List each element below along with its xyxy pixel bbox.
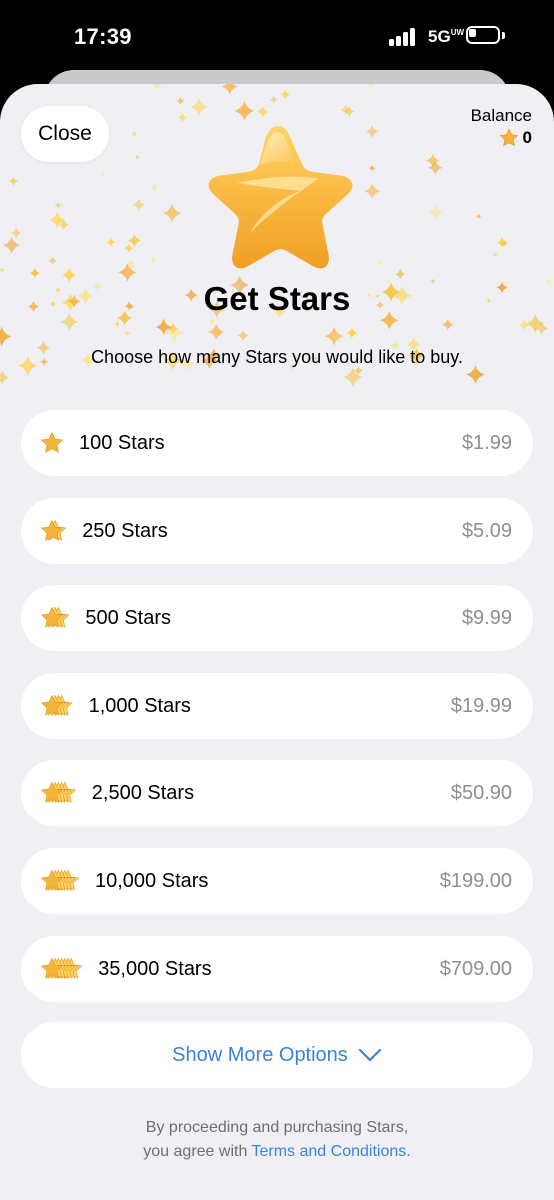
star-option-10000[interactable]: 10,000 Stars $199.00: [21, 847, 533, 914]
sparkle: [518, 319, 530, 331]
sparkle: [0, 267, 5, 273]
sparkle: [127, 234, 142, 248]
sparkle: [131, 130, 138, 138]
sparkle: [2, 236, 21, 254]
star-option-1000[interactable]: 1,000 Stars $19.99: [21, 672, 533, 739]
network-subtype: UW: [450, 28, 465, 37]
sparkle: [378, 260, 383, 265]
option-price: $199.00: [439, 869, 512, 892]
page-title: Get Stars: [203, 280, 351, 317]
footer-line-2: you agree with: [143, 1143, 252, 1160]
sparkle: [190, 98, 209, 117]
sparkle: [150, 256, 157, 263]
option-label: 35,000 Stars: [98, 957, 212, 980]
star-option-250[interactable]: 250 Stars $5.09: [21, 497, 533, 564]
sparkle: [324, 326, 344, 346]
sparkle: [54, 201, 62, 210]
footer-line-1: By proceeding and purchasing Stars,: [145, 1119, 409, 1136]
sparkle: [106, 237, 116, 247]
get-stars-sheet: Close Balance 0 Get Stars Choose how man: [0, 84, 554, 1200]
option-label: 10,000 Stars: [95, 869, 209, 892]
sparkle: [123, 329, 131, 337]
balance-label: Balance: [470, 106, 532, 125]
option-price: $50.90: [450, 782, 512, 805]
sparkle: [442, 318, 454, 331]
option-label: 1,000 Stars: [88, 694, 191, 717]
sparkle: [124, 243, 134, 253]
sparkle: [364, 183, 381, 200]
stars-stack-icon: [40, 431, 64, 453]
option-label: 500 Stars: [85, 607, 171, 630]
close-button[interactable]: Close: [21, 106, 109, 162]
sparkle: [134, 154, 140, 160]
option-label: 2,500 Stars: [91, 782, 195, 805]
stars-stack-icon: [40, 957, 83, 979]
sparkle: [346, 327, 358, 339]
sparkle: [256, 105, 269, 118]
star-option-100[interactable]: 100 Stars $1.99: [21, 410, 533, 476]
battery-level: [469, 29, 476, 37]
star-option-500[interactable]: 500 Stars $9.99: [21, 585, 533, 652]
star-options-list: 100 Stars $1.99 250 Stars $5.09 500 Star…: [21, 410, 533, 1023]
sparkle: [177, 113, 187, 123]
sparkle: [8, 176, 19, 186]
battery-icon: [466, 26, 506, 46]
star-option-2500[interactable]: 2,500 Stars $50.90: [21, 760, 533, 827]
sparkle: [237, 329, 249, 342]
chevron-down-icon: [358, 1048, 381, 1062]
show-more-options-button[interactable]: Show More Options: [21, 1022, 533, 1088]
stars-stack-icon: [40, 519, 67, 541]
balance-value: 0: [522, 128, 532, 147]
sparkle: [368, 164, 376, 172]
option-label: 250 Stars: [82, 519, 168, 542]
sparkle: [29, 268, 40, 279]
status-bar: 17:39 5GUW: [0, 0, 554, 72]
sparkle: [151, 84, 163, 90]
option-label: 100 Stars: [79, 432, 165, 454]
network-type: 5GUW: [428, 27, 465, 46]
star-icon: [499, 128, 518, 147]
option-price: $9.99: [461, 607, 512, 630]
sparkle: [492, 251, 499, 258]
sparkle: [427, 205, 444, 221]
sparkle: [269, 95, 278, 104]
sparkle: [47, 256, 58, 266]
stars-stack-icon: [40, 694, 73, 716]
terms-footer: By proceeding and purchasing Stars, you …: [0, 1116, 554, 1164]
status-time: 17:39: [74, 24, 132, 49]
sparkle: [0, 370, 10, 385]
stars-stack-icon: [40, 606, 70, 628]
sparkle: [176, 96, 185, 106]
sparkle: [365, 124, 379, 138]
sparkle: [114, 320, 121, 328]
sparkle: [10, 227, 22, 239]
stars-stack-icon: [40, 782, 76, 804]
sparkle: [208, 323, 225, 340]
sparkle: [221, 84, 238, 95]
sparkle: [100, 172, 106, 178]
option-price: $5.09: [461, 519, 512, 542]
sparkle: [150, 183, 159, 192]
sparkle: [209, 317, 216, 325]
balance: Balance 0: [471, 106, 532, 148]
show-more-options-label: Show More Options: [172, 1043, 348, 1066]
sparkle: [234, 100, 255, 121]
hero-star-icon: [208, 126, 353, 269]
page-subtitle: Choose how many Stars you would like to …: [91, 347, 463, 367]
sparkle: [395, 268, 406, 280]
option-price: $1.99: [461, 432, 512, 454]
sparkle: [162, 203, 182, 223]
sparkle: [279, 89, 291, 100]
sparkle: [475, 213, 482, 220]
option-price: $19.99: [450, 694, 512, 717]
cellular-signal-icon: [389, 28, 421, 46]
sparkle: [118, 263, 137, 282]
sparkle: [367, 84, 375, 89]
terms-link[interactable]: Terms and Conditions: [252, 1143, 407, 1160]
option-price: $709.00: [439, 957, 512, 980]
sparkle: [0, 326, 12, 347]
star-option-35000[interactable]: 35,000 Stars $709.00: [21, 935, 533, 1002]
sparkle: [132, 198, 145, 211]
stars-stack-icon: [40, 869, 80, 891]
